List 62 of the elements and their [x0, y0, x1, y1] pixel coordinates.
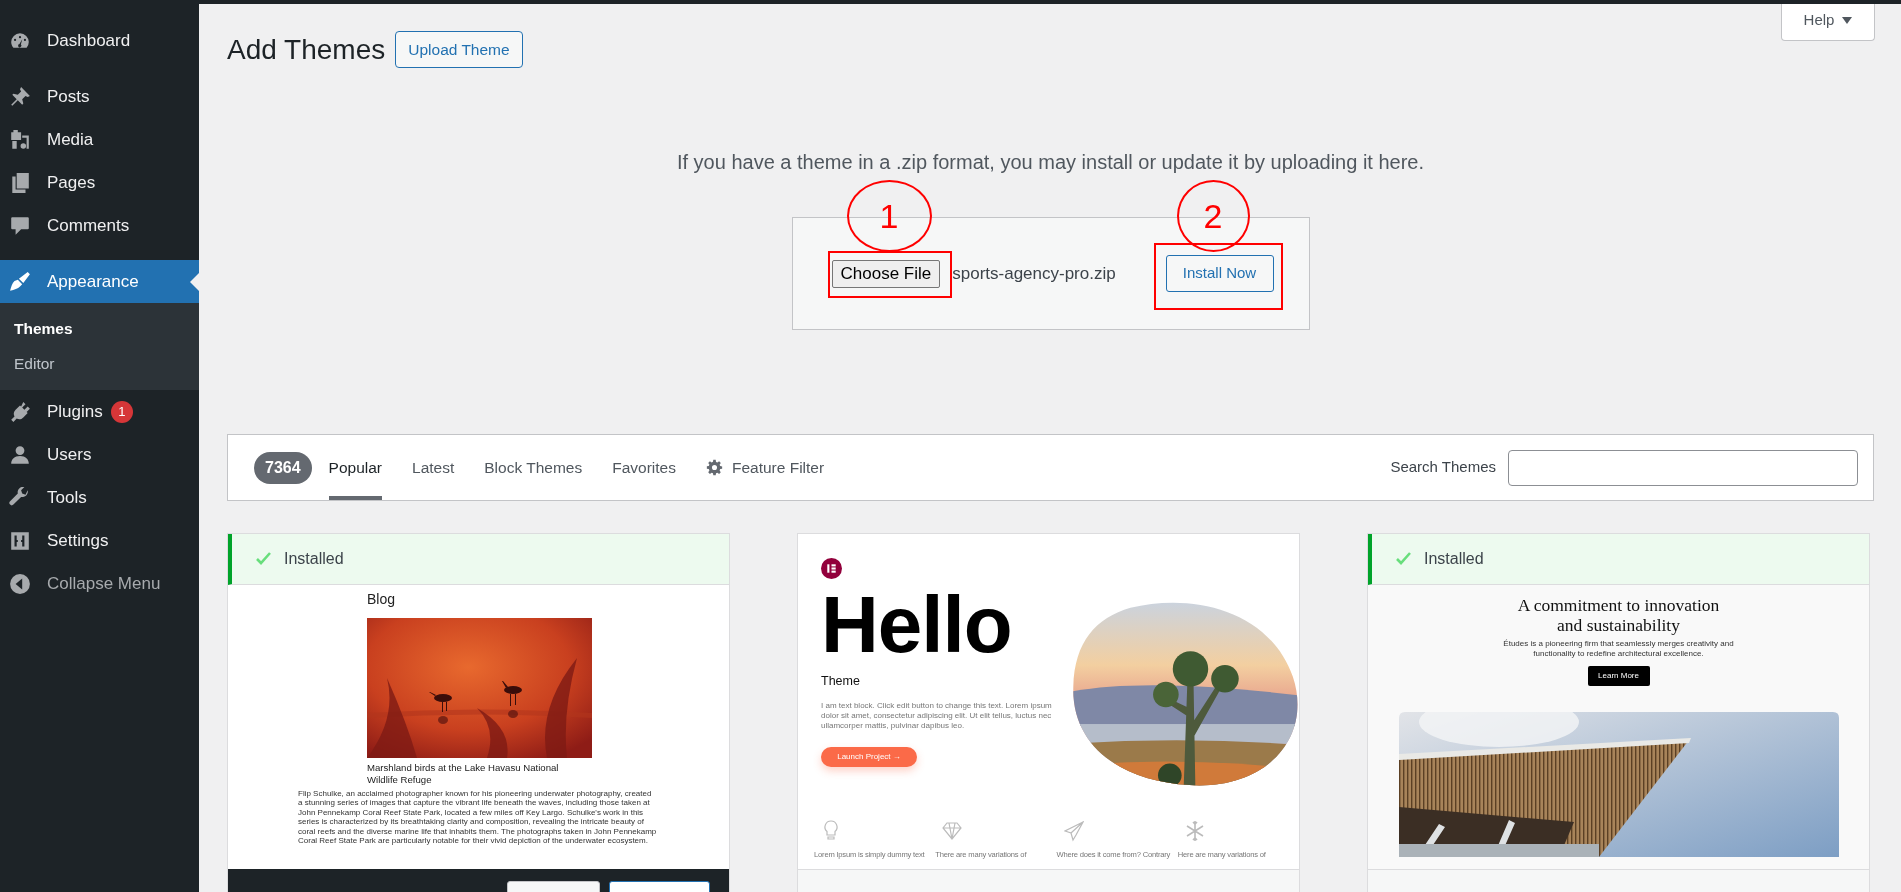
pages-icon	[9, 171, 31, 194]
preview-text: Études is a pioneering firm that seamlessly merges creativity and functionality to redefine architectural excellence.	[1502, 639, 1735, 659]
filter-tab[interactable]: Latest	[412, 435, 455, 500]
menu-item[interactable]: Posts	[0, 75, 199, 118]
diamond-icon	[942, 820, 963, 842]
page-title: Add Themes	[227, 32, 386, 67]
snowflake-icon	[1184, 820, 1205, 842]
submenu-item[interactable]: Editor	[0, 346, 199, 381]
menu-item[interactable]: Settings	[0, 519, 199, 562]
menu-item[interactable]: Tools	[0, 476, 199, 519]
theme-count: 7364	[254, 451, 312, 484]
caret-icon	[1842, 16, 1853, 24]
feature-filter-button[interactable]: Feature Filter	[705, 435, 825, 500]
step-number-circle: 2	[1176, 180, 1250, 252]
theme-card[interactable]	[227, 533, 730, 892]
upload-instructions: If you have a theme in a .zip format, you may install or update it by uploading it here.	[675, 150, 1426, 175]
theme-card[interactable]: Installed A commitment to innovation and sustainability Études is a pioneering firm that seamlessly merges creativity and functionality to redefine architectural excellence. Learn More	[1367, 533, 1870, 892]
learn-more-button[interactable]: Learn More	[1587, 666, 1650, 686]
light-bulb-icon	[821, 820, 841, 842]
search-label: Search Themes	[1390, 457, 1496, 478]
hero-subtitle: Theme	[821, 673, 861, 690]
submenu-item[interactable]: Themes	[0, 311, 199, 346]
install-now-button[interactable]: Install Now	[1165, 255, 1274, 292]
step-number-circle: 1	[846, 180, 932, 252]
preview-heading: A commitment to innovation and sustainability	[1516, 595, 1721, 635]
preview-heading: Blog	[367, 590, 397, 608]
notification-badge: 1	[110, 400, 133, 423]
post-excerpt: Flip Schulke, an acclaimed photographer known for his pioneering underwater photography, created a stunning series of images that capture the vibrant life beneath the waves, including those taken at John Pennekamp Coral Reef State Park, located a few miles off Key Largo. Schulke's work in this series is characterized by its breathtaking clarity and composition, revealing the intricate beauty of coral reefs and the diverse marine life that inhabits them. The photographs taken in John Pennekamp Coral Reef State Park are particularly notable for their vivid depiction of the underwater ecosystem.	[298, 789, 658, 846]
filter-tab[interactable]: Block Themes	[484, 435, 583, 500]
brush-icon	[9, 270, 31, 293]
menu-item[interactable]: Appearance	[0, 260, 199, 303]
file-name: sports-agency-pro.zip	[952, 262, 1116, 285]
help-button[interactable]: Help	[1781, 4, 1875, 41]
paper-plane-icon	[1063, 820, 1084, 842]
check-icon	[256, 552, 272, 566]
menu-item[interactable]: Users	[0, 433, 199, 476]
media-icon	[9, 128, 31, 151]
collapse-icon	[9, 572, 31, 595]
logo-icon	[821, 558, 842, 580]
menu-item[interactable]: Pages	[0, 161, 199, 204]
menu-item[interactable]: Dashboard	[0, 19, 199, 62]
choose-file-button[interactable]: Choose File	[831, 259, 941, 288]
menu-item[interactable]: Media	[0, 118, 199, 161]
upload-theme-button[interactable]: Upload Theme	[395, 31, 523, 68]
installed-label: Installed	[1424, 549, 1484, 569]
collapse-menu-button[interactable]: Collapse Menu	[0, 562, 199, 605]
sliders-icon	[9, 529, 31, 552]
check-icon	[1396, 552, 1412, 566]
filter-tab[interactable]: Popular	[328, 435, 383, 500]
pin-icon	[9, 85, 31, 108]
hero-text: I am text block. Click edit button to change this text. Lorem ipsum dolor sit amet, consectetur adipiscing elit. Ut elit tellus, luctus nec ullamcorper mattis, pulvinar dapibus leo.	[821, 700, 1053, 731]
post-title: Marshland birds at the Lake Havasu National Wildlife Refuge	[367, 762, 560, 786]
search-field[interactable]	[1508, 449, 1858, 486]
speech-bubble-icon	[9, 214, 31, 237]
menu-item[interactable]: Comments	[0, 204, 199, 247]
menu-item[interactable]: Plugins 1	[0, 390, 199, 433]
plug-icon	[9, 400, 31, 423]
filter-tab[interactable]: Favorites	[612, 435, 676, 500]
installed-label: Installed	[284, 549, 344, 569]
hero-headline: Hello	[821, 592, 1013, 658]
user-icon	[9, 443, 31, 466]
gear-icon	[705, 459, 723, 476]
